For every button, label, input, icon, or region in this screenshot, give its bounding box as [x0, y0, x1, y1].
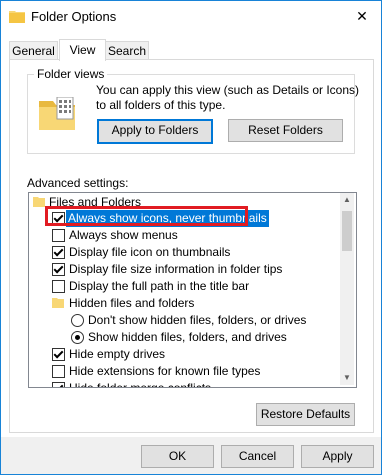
checkbox-hide-extensions[interactable]	[52, 365, 65, 378]
checkbox-display-full-path[interactable]	[52, 280, 65, 293]
scroll-down-arrow-icon[interactable]: ▼	[340, 371, 354, 385]
folder-views-description: You can apply this view (such as Details…	[96, 83, 360, 112]
checkbox-hide-empty-drives[interactable]	[52, 348, 65, 361]
tree-scrollbar[interactable]: ▲ ▼	[340, 193, 354, 385]
tab-search[interactable]: Search	[105, 41, 149, 60]
checkbox-display-file-size[interactable]	[52, 263, 65, 276]
restore-defaults-button[interactable]: Restore Defaults	[256, 403, 355, 426]
apply-to-folders-button[interactable]: Apply to Folders	[97, 119, 213, 144]
radio-show-hidden[interactable]	[71, 331, 84, 344]
checkbox-display-file-icon[interactable]	[52, 246, 65, 259]
folder-icon	[9, 11, 25, 23]
scroll-thumb[interactable]	[342, 211, 352, 251]
folder-icon	[33, 197, 45, 207]
folder-views-icon	[39, 97, 75, 130]
reset-folders-button[interactable]: Reset Folders	[228, 119, 343, 142]
folder-views-label: Folder views	[34, 67, 108, 81]
folder-icon	[52, 298, 64, 308]
scroll-up-arrow-icon[interactable]: ▲	[340, 193, 354, 207]
apply-button[interactable]: Apply	[301, 445, 374, 468]
annotation-highlight	[45, 206, 248, 226]
radio-dont-show-hidden[interactable]	[71, 314, 84, 327]
advanced-settings-label: Advanced settings:	[27, 176, 129, 190]
ok-button[interactable]: OK	[141, 445, 214, 468]
tab-general[interactable]: General	[9, 41, 58, 60]
folder-options-dialog: Folder Options ✕ General View Search Fol…	[0, 0, 382, 475]
cancel-button[interactable]: Cancel	[221, 445, 294, 468]
checkbox-always-show-menus[interactable]	[52, 229, 65, 242]
close-button[interactable]: ✕	[351, 5, 373, 27]
title-bar: Folder Options ✕	[1, 1, 381, 32]
window-title: Folder Options	[31, 9, 117, 24]
checkbox-hide-merge-conflicts[interactable]	[52, 382, 65, 387]
dialog-footer: OK Cancel Apply	[1, 437, 381, 474]
tab-view[interactable]: View	[59, 39, 106, 61]
